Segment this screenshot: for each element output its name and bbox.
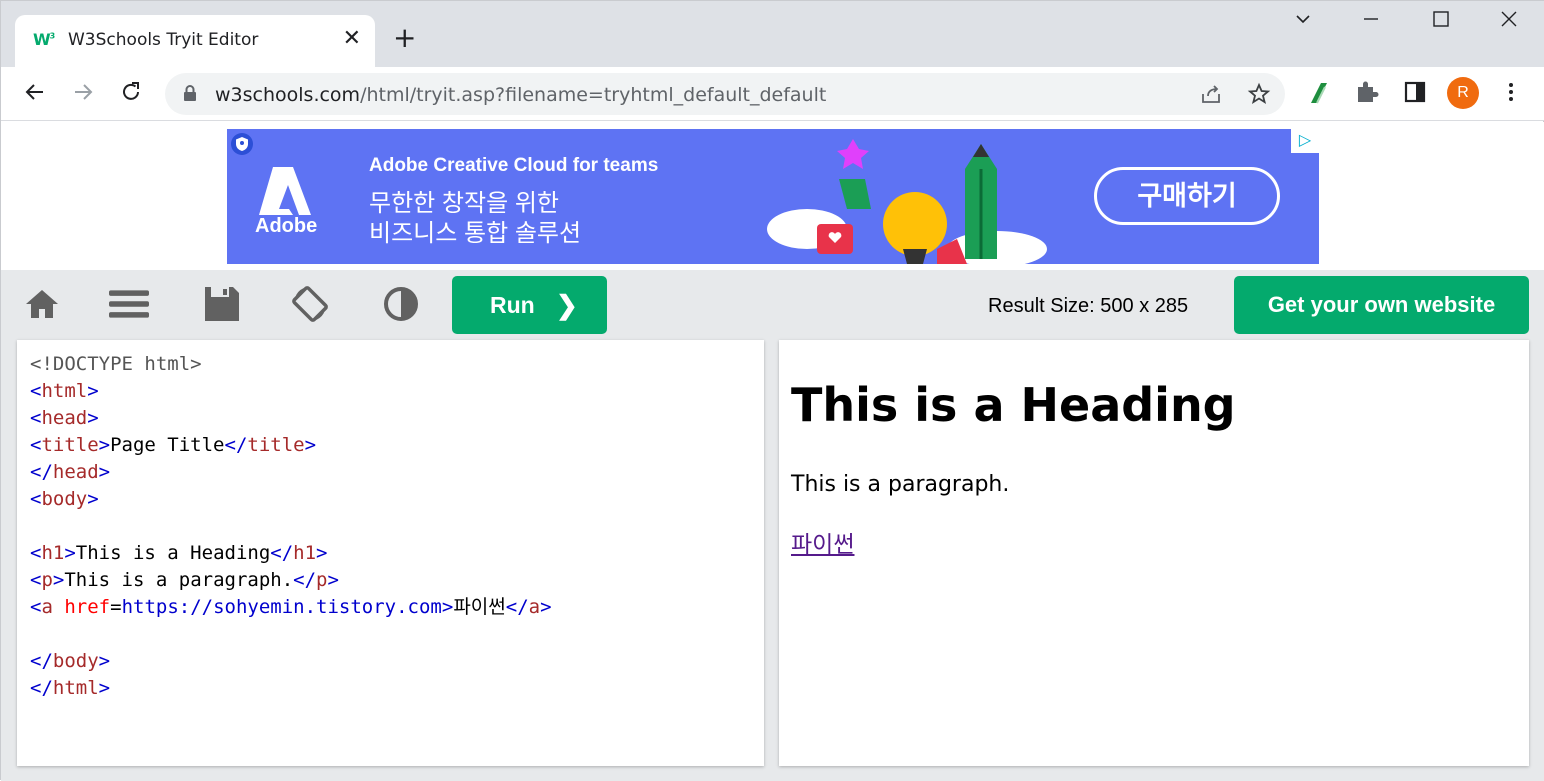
ad-choices-icon[interactable]: ▷ bbox=[1291, 129, 1319, 153]
bookmark-star-icon[interactable] bbox=[1247, 82, 1271, 106]
theme-contrast-icon[interactable] bbox=[381, 284, 421, 324]
chevron-right-icon: ❯ bbox=[556, 290, 578, 320]
tab-title: W3Schools Tryit Editor bbox=[68, 30, 259, 50]
code-line: </body> bbox=[30, 650, 111, 672]
tab-search-icon[interactable] bbox=[1283, 9, 1323, 39]
ad-area: ▷ Adobe Adobe Creative Cloud for teams 무… bbox=[1, 122, 1544, 270]
code-editor[interactable]: <!DOCTYPE html> <html> <head> <title>Pag… bbox=[17, 340, 764, 766]
get-own-website-button[interactable]: Get your own website bbox=[1234, 276, 1529, 334]
rotate-layout-icon[interactable] bbox=[290, 284, 330, 324]
ad-headline: Adobe Creative Cloud for teams bbox=[369, 155, 659, 176]
extension-pen-icon[interactable] bbox=[1304, 79, 1334, 109]
ad-subline-2: 비즈니스 통합 솔루션 bbox=[369, 220, 582, 247]
code-line: <h1>This is a Heading</h1> bbox=[30, 542, 328, 564]
home-icon[interactable] bbox=[22, 284, 62, 324]
share-icon[interactable] bbox=[1199, 82, 1223, 106]
code-line: <a href=https://sohyemin.tistory.com>파이썬… bbox=[30, 596, 552, 618]
tab-close-icon[interactable]: ✕ bbox=[343, 26, 361, 51]
result-heading: This is a Heading bbox=[791, 378, 1236, 432]
browser-window: W3 W3Schools Tryit Editor ✕ + w3schools.… bbox=[0, 0, 1544, 781]
code-line: </html> bbox=[30, 677, 111, 699]
back-icon[interactable] bbox=[20, 79, 50, 109]
result-panel: This is a Heading This is a paragraph. 파… bbox=[779, 340, 1529, 766]
lock-icon bbox=[184, 85, 196, 101]
ad-illustration bbox=[767, 139, 1047, 264]
minimize-icon[interactable] bbox=[1351, 9, 1391, 39]
maximize-icon[interactable] bbox=[1421, 9, 1461, 39]
address-bar[interactable]: w3schools.com/html/tryit.asp?filename=tr… bbox=[165, 73, 1285, 115]
result-size-text: Result Size: 500 x 285 bbox=[988, 295, 1189, 317]
reload-icon[interactable] bbox=[116, 79, 146, 109]
ad-shield-icon bbox=[231, 133, 253, 155]
more-menu-icon[interactable] bbox=[1496, 79, 1526, 109]
code-line: <head> bbox=[30, 407, 99, 429]
adobe-brand-text: Adobe bbox=[255, 215, 318, 237]
extensions-puzzle-icon[interactable] bbox=[1352, 79, 1382, 109]
run-label: Run bbox=[490, 292, 535, 318]
run-button[interactable]: Run ❯ bbox=[452, 276, 607, 334]
browser-toolbar: w3schools.com/html/tryit.asp?filename=tr… bbox=[1, 67, 1544, 121]
code-line: <html> bbox=[30, 380, 99, 402]
url-text[interactable]: w3schools.com/html/tryit.asp?filename=tr… bbox=[215, 84, 826, 106]
code-line: <!DOCTYPE html> bbox=[30, 353, 202, 375]
ad-banner[interactable]: ▷ Adobe Adobe Creative Cloud for teams 무… bbox=[227, 129, 1319, 264]
close-window-icon[interactable] bbox=[1489, 9, 1529, 39]
side-panel-icon[interactable] bbox=[1400, 79, 1430, 109]
w3schools-favicon-icon: W3 bbox=[33, 30, 55, 49]
code-line: <body> bbox=[30, 488, 99, 510]
profile-avatar[interactable]: R bbox=[1447, 77, 1479, 109]
tab-strip: W3 W3Schools Tryit Editor ✕ + bbox=[1, 1, 1544, 67]
editor-toolbar: Run ❯ Result Size: 500 x 285 Get your ow… bbox=[1, 270, 1544, 340]
browser-tab[interactable]: W3 W3Schools Tryit Editor ✕ bbox=[15, 15, 375, 67]
ad-buy-button[interactable]: 구매하기 bbox=[1094, 167, 1280, 225]
new-tab-button[interactable]: + bbox=[393, 23, 416, 53]
result-paragraph: This is a paragraph. bbox=[791, 472, 1010, 497]
result-link[interactable]: 파이썬 bbox=[791, 525, 854, 559]
code-line: </head> bbox=[30, 461, 111, 483]
forward-icon[interactable] bbox=[68, 79, 98, 109]
menu-icon[interactable] bbox=[109, 284, 149, 324]
save-icon[interactable] bbox=[202, 284, 242, 324]
code-line: <p>This is a paragraph.</p> bbox=[30, 569, 339, 591]
code-line: <title>Page Title</title> bbox=[30, 434, 317, 456]
editor-panels: <!DOCTYPE html> <html> <head> <title>Pag… bbox=[1, 340, 1544, 781]
